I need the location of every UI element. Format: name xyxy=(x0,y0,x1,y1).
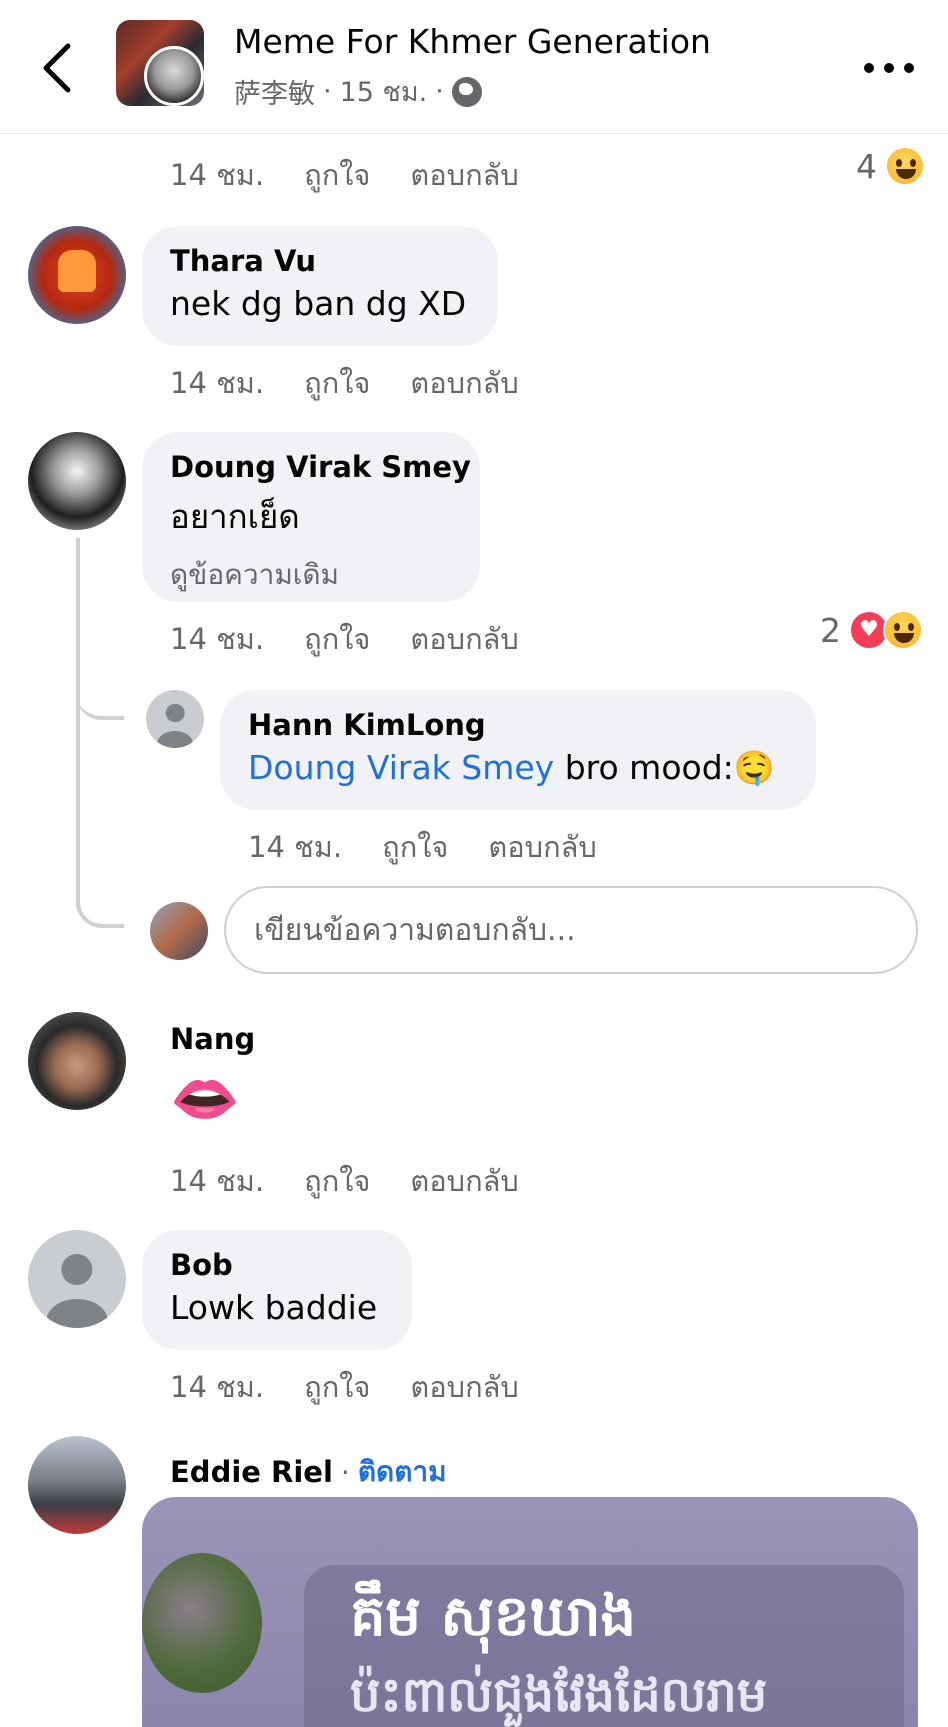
comment-time: 14 ชม. xyxy=(170,1164,265,1198)
avatar[interactable] xyxy=(28,432,126,530)
default-avatar-icon[interactable] xyxy=(28,1230,126,1328)
reaction-summary[interactable]: 4 xyxy=(856,146,925,186)
comment-text: Doung Virak Smey bro mood:🤤 xyxy=(248,748,788,788)
image-text: ប៉ះពាល់ជួងវែងដែលរាម xyxy=(350,1667,768,1723)
amongus-icon xyxy=(58,250,96,292)
comment-meta: 14 ชม. ถูกใจ ตอบกลับ xyxy=(170,360,519,406)
see-original-link[interactable]: ดูข้อความเดิม xyxy=(170,553,452,597)
default-avatar-icon[interactable] xyxy=(146,690,204,748)
reply-button[interactable]: ตอบกลับ xyxy=(410,152,518,198)
flower-image xyxy=(142,1553,262,1693)
comment-time: 14 ชม. xyxy=(170,158,265,192)
reply-input-placeholder: เขียนข้อความตอบกลับ... xyxy=(254,912,576,948)
comment-bubble[interactable]: Thara Vu nek dg ban dg XD xyxy=(142,226,498,346)
reply-button[interactable]: ตอบกลับ xyxy=(410,616,518,662)
commenter-name[interactable]: Nang xyxy=(170,1022,255,1056)
separator-dot: · xyxy=(323,76,332,107)
comment-text: Lowk baddie xyxy=(170,1288,378,1327)
comment-meta: 14 ชม. ถูกใจ ตอบกลับ xyxy=(170,616,519,662)
reaction-summary[interactable]: 2 ♥ xyxy=(820,610,923,650)
comment-text: อยากเย็ด xyxy=(170,497,300,536)
comment-time: 14 ชม. xyxy=(170,622,265,656)
reply-text: bro mood:🤤 xyxy=(564,748,775,787)
comment-bubble[interactable]: Bob Lowk baddie xyxy=(142,1230,412,1350)
avatar[interactable] xyxy=(28,226,126,324)
my-avatar xyxy=(150,902,208,960)
comment-meta: 14 ชม. ถูกใจ ตอบกลับ xyxy=(170,152,519,198)
reply-bubble[interactable]: Hann KimLong Doung Virak Smey bro mood:🤤 xyxy=(220,690,816,810)
comment-time: 14 ชม. xyxy=(248,830,343,864)
haha-reaction-icon xyxy=(885,146,925,186)
commenter-name[interactable]: Doung Virak Smey xyxy=(170,450,471,484)
reaction-count: 4 xyxy=(856,146,877,186)
comment-header: Eddie Riel · ติดตาม xyxy=(170,1450,447,1494)
comment-meta: 14 ชม. ถูกใจ ตอบกลับ xyxy=(170,1158,519,1204)
reply-button[interactable]: ตอบกลับ xyxy=(488,824,596,870)
poster-name[interactable]: 萨李敏 xyxy=(234,72,315,111)
comment-meta: 14 ชม. ถูกใจ ตอบกลับ xyxy=(170,1364,519,1410)
like-button[interactable]: ถูกใจ xyxy=(382,824,448,870)
post-header: Meme For Khmer Generation 萨李敏 · 15 ชม. · xyxy=(0,0,948,134)
image-text: គឹម សុខឃាង xyxy=(350,1584,637,1649)
mention-link[interactable]: Doung Virak Smey xyxy=(248,748,554,787)
commenter-name[interactable]: Bob xyxy=(170,1248,384,1282)
reply-button[interactable]: ตอบกลับ xyxy=(410,1158,518,1204)
separator-dot: · xyxy=(340,1455,350,1489)
thread-connector xyxy=(76,660,124,720)
reaction-count: 2 xyxy=(820,610,841,650)
comment-time: 14 ชม. xyxy=(170,366,265,400)
like-button[interactable]: ถูกใจ xyxy=(304,1364,370,1410)
comment-plain[interactable]: Nang 👄 xyxy=(170,1022,255,1132)
avatar[interactable] xyxy=(28,1012,126,1110)
reply-button[interactable]: ตอบกลับ xyxy=(410,1364,518,1410)
reply-button[interactable]: ตอบกลับ xyxy=(410,360,518,406)
post-time: 15 ชม. xyxy=(339,77,428,108)
like-button[interactable]: ถูกใจ xyxy=(304,152,370,198)
follow-button[interactable]: ติดตาม xyxy=(358,1450,447,1494)
thread-line xyxy=(76,538,80,908)
more-options-icon[interactable] xyxy=(864,50,914,86)
reply-input[interactable]: เขียนข้อความตอบกลับ... xyxy=(224,886,918,974)
thread-connector xyxy=(76,870,124,928)
haha-reaction-icon xyxy=(883,610,923,650)
like-button[interactable]: ถูกใจ xyxy=(304,360,370,406)
comment-bubble[interactable]: Doung Virak Smey อยากเย็ด ดูข้อความเดิม xyxy=(142,432,480,602)
comment-image[interactable]: គឹម សុខឃាង ប៉ះពាល់ជួងវែងដែលរាម xyxy=(142,1497,918,1727)
avatar[interactable] xyxy=(28,1436,126,1534)
poster-avatar xyxy=(144,46,204,106)
lips-emoji: 👄 xyxy=(170,1067,240,1132)
post-subtitle: 萨李敏 · 15 ชม. · xyxy=(234,70,482,113)
comment-meta: 14 ชม. ถูกใจ ตอบกลับ xyxy=(248,824,597,870)
commenter-name[interactable]: Thara Vu xyxy=(170,244,470,278)
like-button[interactable]: ถูกใจ xyxy=(304,1158,370,1204)
comment-time: 14 ชม. xyxy=(170,1370,265,1404)
commenter-name[interactable]: Eddie Riel xyxy=(170,1455,333,1489)
globe-icon xyxy=(451,76,482,107)
back-arrow-icon[interactable] xyxy=(34,40,78,96)
group-avatar[interactable] xyxy=(116,20,204,106)
comment-text: nek dg ban dg XD xyxy=(170,284,467,323)
commenter-name[interactable]: Hann KimLong xyxy=(248,708,788,742)
separator-dot: · xyxy=(435,76,444,107)
like-button[interactable]: ถูกใจ xyxy=(304,616,370,662)
group-title[interactable]: Meme For Khmer Generation xyxy=(234,22,711,61)
